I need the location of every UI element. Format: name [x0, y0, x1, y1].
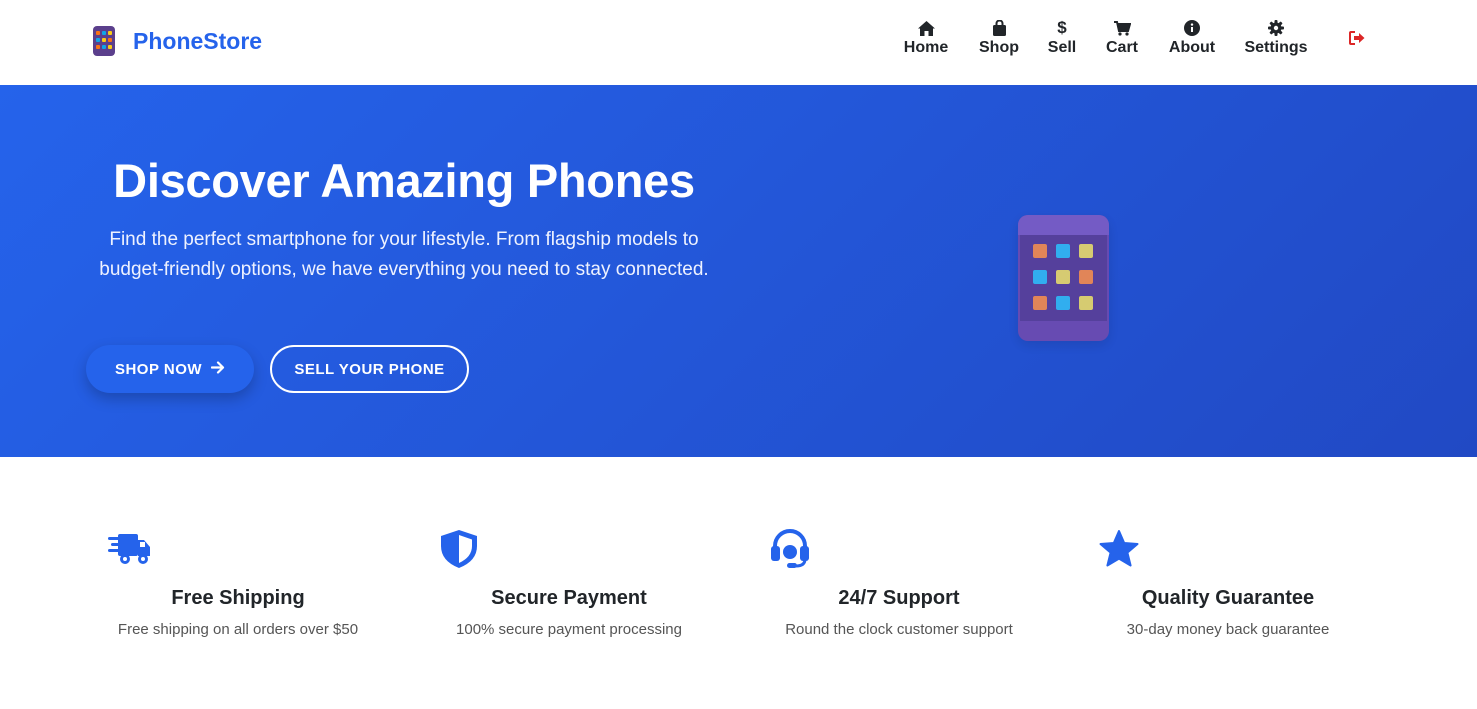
nav-label-home: Home — [903, 39, 949, 56]
feature-description: Free shipping on all orders over $50 — [117, 621, 359, 638]
arrow-right-icon — [210, 360, 225, 378]
shop-now-button[interactable]: SHOP NOW — [86, 345, 254, 393]
hero-phone-illustration — [1018, 215, 1109, 341]
sell-your-phone-label: SELL YOUR PHONE — [294, 360, 445, 378]
brand-name: PhoneStore — [133, 27, 263, 54]
sell-your-phone-button[interactable]: SELL YOUR PHONE — [270, 345, 469, 393]
nav-label-about: About — [1168, 39, 1216, 56]
phone-icon — [93, 26, 115, 56]
shield-icon — [439, 528, 479, 570]
nav-item-settings[interactable]: Settings — [1244, 18, 1308, 57]
feature-description: 30-day money back guarantee — [1126, 621, 1330, 638]
nav-item-home[interactable]: Home — [903, 18, 949, 57]
feature-title: Secure Payment — [491, 587, 647, 609]
info-icon — [1184, 18, 1200, 38]
feature-title: 24/7 Support — [838, 587, 960, 609]
feature-title: Free Shipping — [171, 587, 305, 609]
gear-icon — [1268, 18, 1284, 38]
nav-label-shop: Shop — [979, 39, 1019, 56]
nav-item-cart[interactable]: Cart — [1105, 18, 1139, 57]
star-icon — [1098, 528, 1140, 570]
feature-description: Round the clock customer support — [785, 621, 1013, 638]
feature-title: Quality Guarantee — [1141, 587, 1315, 609]
nav-label-cart: Cart — [1105, 39, 1138, 56]
cart-icon — [1113, 18, 1131, 38]
nav-item-shop[interactable]: Shop — [978, 18, 1020, 57]
hero-subtitle: Find the perfect smartphone for your lif… — [99, 229, 709, 280]
logout-icon — [1349, 31, 1365, 49]
hero-title: Discover Amazing Phones — [113, 154, 695, 207]
brand-logo[interactable]: PhoneStore — [93, 26, 262, 56]
shipping-truck-icon — [108, 528, 152, 570]
nav-label-sell: Sell — [1047, 39, 1077, 56]
feature-description: 100% secure payment processing — [456, 621, 682, 638]
nav-item-about[interactable]: About — [1168, 18, 1216, 57]
navbar: PhoneStore Home Shop $ Sell Cart About S… — [0, 0, 1477, 85]
shopping-bag-icon — [992, 18, 1007, 38]
nav-item-sell[interactable]: $ Sell — [1048, 18, 1076, 57]
headset-icon — [769, 528, 811, 570]
nav-label-settings: Settings — [1244, 39, 1308, 56]
logout-button[interactable] — [1349, 31, 1365, 50]
dollar-icon: $ — [1057, 18, 1067, 37]
shop-now-label: SHOP NOW — [114, 360, 203, 378]
hero-section: Discover Amazing Phones Find the perfect… — [0, 85, 1477, 457]
home-icon — [917, 18, 935, 38]
